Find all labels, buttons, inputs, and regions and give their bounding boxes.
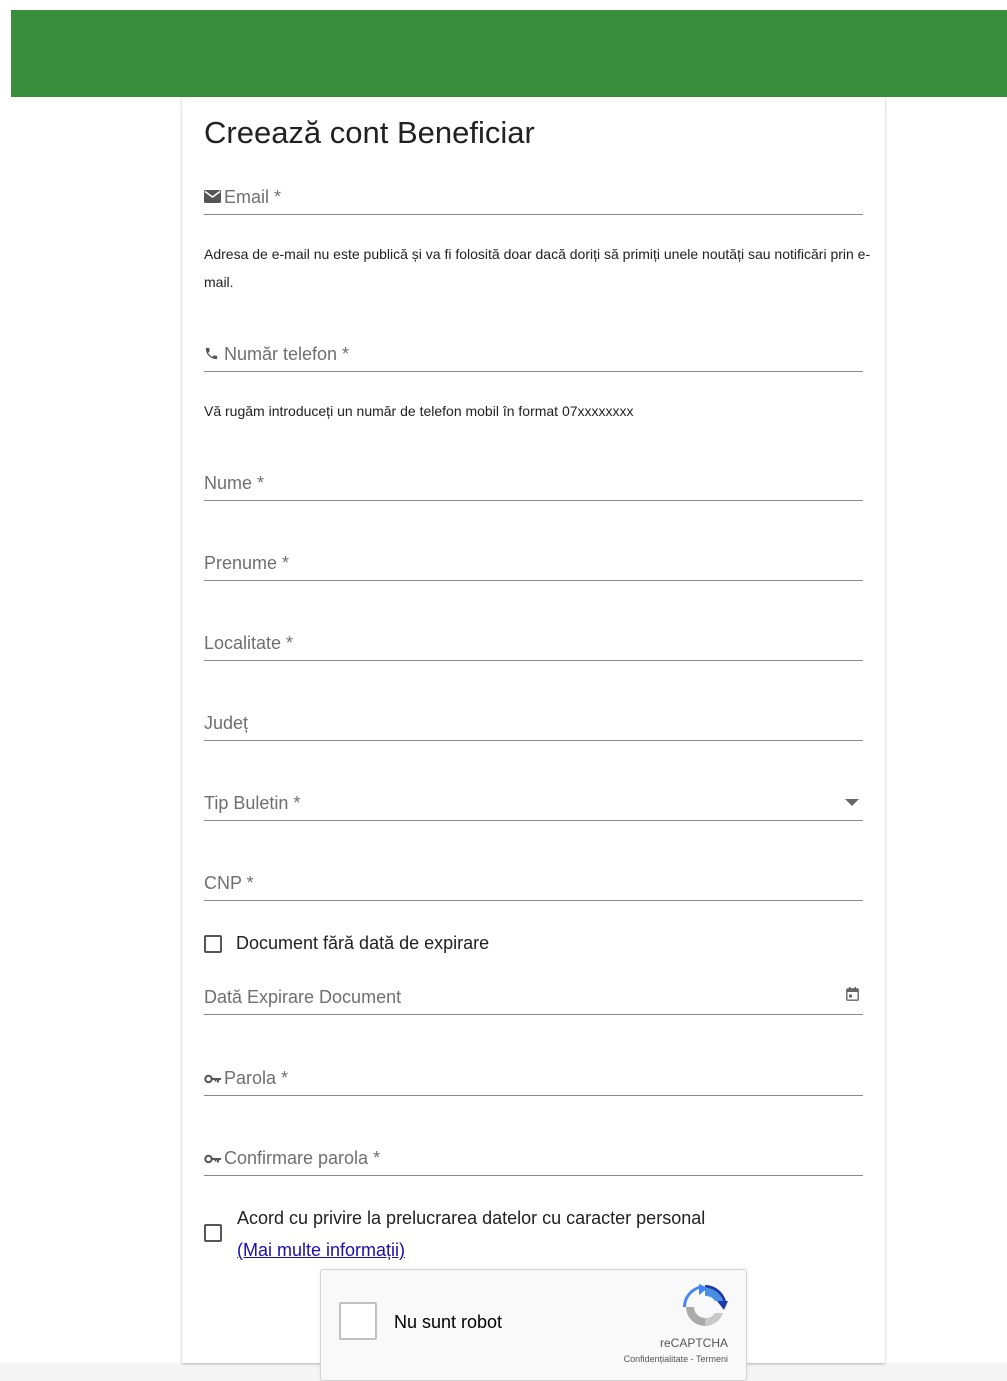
- recaptcha-checkbox[interactable]: [339, 1302, 377, 1340]
- confirm-password-field[interactable]: Confirmare parola *: [204, 1135, 863, 1176]
- more-info-link[interactable]: (Mai multe informații): [237, 1240, 405, 1260]
- page-title: Creează cont Beneficiar: [204, 115, 535, 150]
- email-icon: [204, 190, 224, 205]
- top-app-bar: [11, 10, 1007, 97]
- phone-helper-text: Vă rugăm introduceți un număr de telefon…: [204, 403, 634, 419]
- dropdown-arrow-icon: [845, 794, 859, 812]
- password-label: Parola *: [224, 1068, 289, 1088]
- first-name-label: Prenume *: [204, 553, 290, 573]
- recaptcha-logo-icon: [682, 1284, 728, 1330]
- consent-label: Acord cu privire la prelucrarea datelor …: [237, 1208, 706, 1228]
- no-expiry-checkbox[interactable]: [204, 934, 222, 953]
- expiry-date-field[interactable]: Dată Expirare Document: [204, 974, 863, 1015]
- confirm-password-label: Confirmare parola *: [224, 1148, 381, 1168]
- key-icon: [204, 1152, 224, 1166]
- recaptcha-label: Nu sunt robot: [394, 1312, 503, 1332]
- email-helper-text: Adresa de e-mail nu este publică și va f…: [204, 246, 871, 290]
- first-name-field[interactable]: Prenume *: [204, 540, 863, 581]
- city-field[interactable]: Localitate *: [204, 620, 863, 661]
- id-type-label: Tip Buletin *: [204, 793, 301, 813]
- id-type-select[interactable]: Tip Buletin *: [204, 780, 863, 821]
- no-expiry-label: Document fără dată de expirare: [236, 933, 490, 953]
- city-label: Localitate *: [204, 633, 294, 653]
- password-field[interactable]: Parola *: [204, 1055, 863, 1096]
- last-name-label: Nume *: [204, 473, 265, 493]
- no-expiry-checkbox-row[interactable]: Document fără dată de expirare: [204, 933, 489, 954]
- cnp-label: CNP *: [204, 873, 254, 893]
- email-label: Email *: [224, 187, 282, 207]
- key-icon: [204, 1072, 224, 1086]
- county-field[interactable]: Județ: [204, 700, 863, 741]
- expiry-date-label: Dată Expirare Document: [204, 987, 402, 1007]
- recaptcha-widget: Nu sunt robot reCAPTCHA Confidențialitat…: [320, 1269, 747, 1381]
- page: Creează cont Beneficiar Email * Adresa d…: [0, 0, 1007, 1381]
- phone-icon: [204, 346, 224, 363]
- consent-text: Acord cu privire la prelucrarea datelor …: [237, 1202, 705, 1266]
- last-name-field[interactable]: Nume *: [204, 460, 863, 501]
- consent-checkbox[interactable]: [204, 1224, 222, 1242]
- phone-field[interactable]: Număr telefon *: [204, 331, 863, 372]
- phone-label: Număr telefon *: [224, 344, 350, 364]
- cnp-field[interactable]: CNP *: [204, 860, 863, 901]
- signup-card: Creează cont Beneficiar Email * Adresa d…: [182, 97, 885, 1381]
- calendar-icon[interactable]: [846, 987, 859, 1006]
- recaptcha-brand: reCAPTCHA: [659, 1336, 728, 1350]
- county-label: Județ: [204, 713, 249, 733]
- email-field[interactable]: Email *: [204, 174, 863, 215]
